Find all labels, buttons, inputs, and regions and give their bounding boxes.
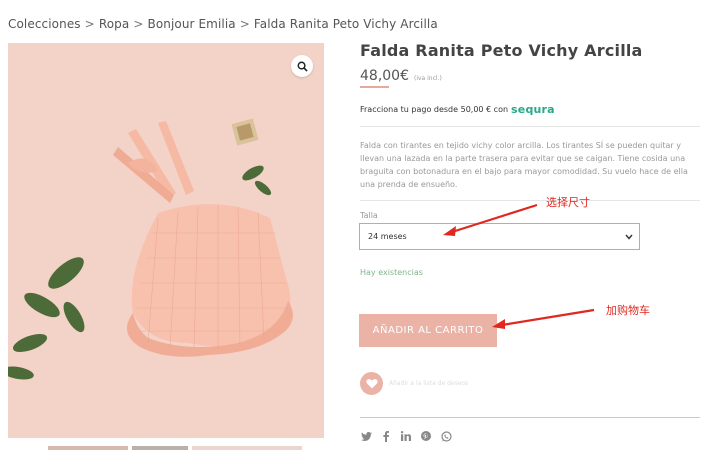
- whatsapp-icon[interactable]: [440, 430, 452, 442]
- breadcrumb-item-ropa[interactable]: Ropa: [99, 17, 130, 31]
- size-label: Talla: [360, 211, 378, 220]
- twitter-icon[interactable]: [360, 430, 372, 442]
- thumbnail[interactable]: [132, 446, 188, 450]
- product-image[interactable]: [8, 43, 324, 438]
- price-underline: [360, 86, 389, 88]
- linkedin-icon[interactable]: [400, 430, 412, 442]
- thumbnail-strip: [48, 446, 302, 450]
- pinterest-icon[interactable]: [420, 430, 432, 442]
- product-price: 48,00€: [360, 68, 409, 84]
- add-to-cart-button[interactable]: AÑADIR AL CARRITO: [359, 314, 497, 347]
- financing-info: Fracciona tu pago desde 50,00 € con sequ…: [360, 103, 555, 116]
- facebook-icon[interactable]: [380, 430, 392, 442]
- product-title: Falda Ranita Peto Vichy Arcilla: [360, 41, 643, 60]
- arrow-add-to-cart: [492, 308, 595, 329]
- breadcrumb-separator: >: [84, 17, 95, 31]
- price-row: 48,00€ (iva incl.): [360, 68, 442, 84]
- annotation-select-size: 选择尺寸: [546, 196, 590, 209]
- divider: [360, 126, 700, 127]
- wishlist-label[interactable]: Añadir a la lista de deseos: [389, 380, 468, 387]
- chevron-down-icon: [625, 234, 633, 240]
- wishlist-button[interactable]: Añadir a la lista de deseos: [360, 372, 468, 395]
- magnifier-icon: [297, 61, 308, 72]
- zoom-button[interactable]: [291, 55, 313, 77]
- heart-icon[interactable]: [360, 372, 383, 395]
- divider: [360, 417, 700, 418]
- share-icons: [360, 430, 452, 442]
- thumbnail[interactable]: [192, 446, 302, 450]
- annotation-add-to-cart: 加购物车: [606, 304, 650, 317]
- breadcrumb-separator: >: [133, 17, 144, 31]
- breadcrumb-item-brand[interactable]: Bonjour Emilia: [147, 17, 235, 31]
- size-select[interactable]: 24 meses: [359, 223, 640, 250]
- product-photo: [8, 118, 293, 380]
- size-select-value: 24 meses: [368, 232, 407, 241]
- price-tax-note: (iva incl.): [414, 75, 442, 82]
- breadcrumb-item-colecciones[interactable]: Colecciones: [8, 17, 81, 31]
- financing-text: Fracciona tu pago desde 50,00 € con: [360, 105, 509, 114]
- stock-status: Hay existencias: [360, 268, 423, 277]
- divider: [360, 200, 700, 201]
- breadcrumb-separator: >: [239, 17, 250, 31]
- breadcrumb: Colecciones > Ropa > Bonjour Emilia > Falda Ra…: [8, 17, 438, 31]
- sequra-logo[interactable]: sequra: [511, 103, 555, 116]
- breadcrumb-item-current: Falda Ranita Peto Vichy Arcilla: [253, 17, 438, 31]
- thumbnail[interactable]: [48, 446, 128, 450]
- product-description: Falda con tirantes en tejido vichy color…: [360, 141, 688, 189]
